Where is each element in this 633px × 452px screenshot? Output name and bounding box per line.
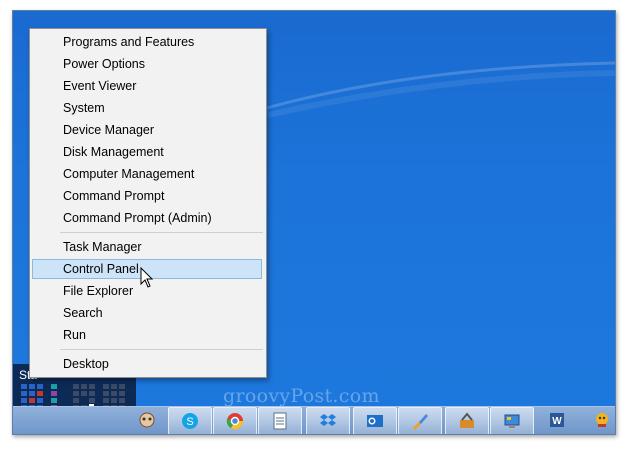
taskbar-button-app[interactable] xyxy=(126,407,168,433)
messenger-icon xyxy=(596,413,608,427)
skype-icon: S xyxy=(182,413,198,429)
watermark: groovyPost.com xyxy=(223,385,380,407)
menu-item-event-viewer[interactable]: Event Viewer xyxy=(32,76,262,96)
menu-item-computer-management[interactable]: Computer Management xyxy=(32,164,262,184)
outlook-icon xyxy=(367,415,383,427)
chrome-icon xyxy=(226,413,244,430)
menu-item-command-prompt[interactable]: Command Prompt xyxy=(32,186,262,206)
dropbox-icon xyxy=(320,414,336,426)
taskbar-button-skype[interactable]: S xyxy=(168,407,212,434)
taskbar-button-paint[interactable] xyxy=(398,407,442,434)
menu-item-search[interactable]: Search xyxy=(32,303,262,323)
word-icon: W xyxy=(550,413,564,427)
taskbar-button-tools[interactable] xyxy=(445,407,489,434)
taskbar-button-document[interactable] xyxy=(258,407,302,434)
tools-icon xyxy=(460,412,474,428)
taskbar-button-word[interactable]: W xyxy=(536,407,578,433)
svg-text:W: W xyxy=(552,416,562,427)
power-user-menu: Programs and Features Power Options Even… xyxy=(29,28,267,378)
mouse-cursor-icon xyxy=(140,267,154,288)
taskbar-button-dropbox[interactable] xyxy=(306,407,350,434)
menu-item-system[interactable]: System xyxy=(32,98,262,118)
taskbar-button-chrome[interactable] xyxy=(213,407,257,434)
taskbar-button-outlook[interactable] xyxy=(353,407,397,434)
menu-item-programs-and-features[interactable]: Programs and Features xyxy=(32,32,262,52)
menu-item-desktop[interactable]: Desktop xyxy=(32,354,262,374)
menu-item-device-manager[interactable]: Device Manager xyxy=(32,120,262,140)
menu-separator xyxy=(60,349,263,350)
menu-item-run[interactable]: Run xyxy=(32,325,262,345)
app-icon xyxy=(139,412,155,428)
taskbar-button-control-panel[interactable] xyxy=(490,407,534,434)
document-icon xyxy=(273,412,287,430)
menu-item-disk-management[interactable]: Disk Management xyxy=(32,142,262,162)
menu-separator xyxy=(60,232,263,233)
taskbar: S W xyxy=(13,406,615,434)
menu-item-task-manager[interactable]: Task Manager xyxy=(32,237,262,257)
control-panel-icon xyxy=(504,414,520,428)
taskbar-button-messenger[interactable] xyxy=(581,407,615,433)
svg-text:S: S xyxy=(186,416,193,428)
menu-item-power-options[interactable]: Power Options xyxy=(32,54,262,74)
paint-icon xyxy=(413,414,428,430)
menu-item-command-prompt-admin[interactable]: Command Prompt (Admin) xyxy=(32,208,262,228)
